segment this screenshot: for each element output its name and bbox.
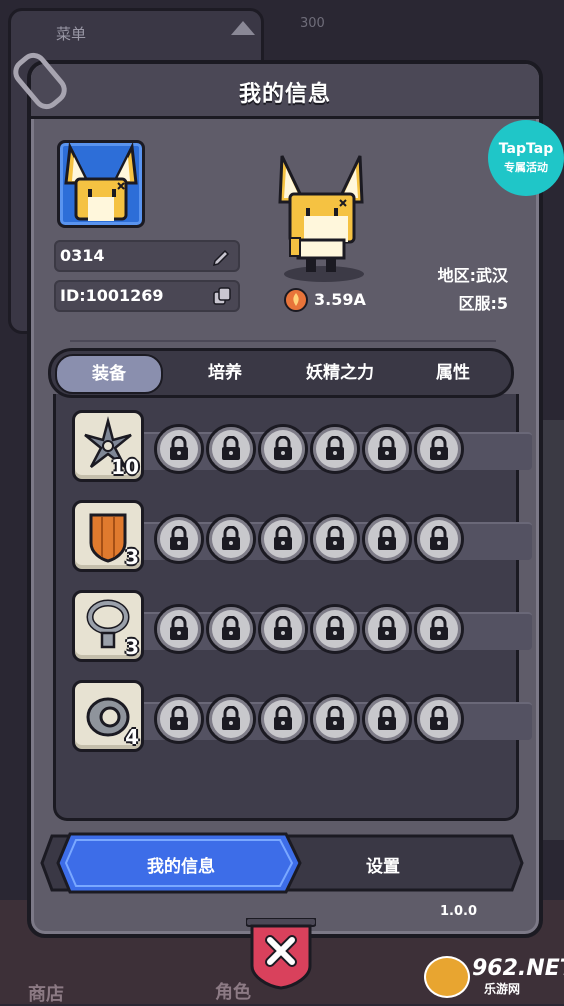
background-side-strip (540, 420, 564, 840)
version-label: 1.0.0 (440, 904, 478, 919)
player-id: ID:1001269 (60, 286, 164, 305)
lock-icon (170, 436, 188, 460)
tab-my-info[interactable]: 我的信息 (106, 852, 256, 877)
lock-icon (378, 526, 396, 550)
locked-slot[interactable] (414, 604, 464, 654)
flame-icon (284, 288, 308, 312)
tab-attributes[interactable]: 属性 (405, 355, 501, 391)
tab-fairy-power[interactable]: 妖精之力 (285, 355, 395, 391)
locked-slot[interactable] (310, 514, 360, 564)
lock-icon (430, 616, 448, 640)
background-coin-count: 300 (300, 16, 325, 31)
locked-slot[interactable] (206, 694, 256, 744)
lock-icon (222, 616, 240, 640)
locked-slot[interactable] (154, 424, 204, 474)
watermark-logo: 962.NET 乐游网 (424, 952, 564, 998)
locked-slot[interactable] (154, 604, 204, 654)
lock-icon (430, 526, 448, 550)
background-shop-label: 商店 (28, 984, 64, 1005)
bottom-tabs: 我的信息 设置 (40, 832, 524, 894)
taptap-subtitle: 专属活动 (504, 161, 548, 174)
lock-icon (222, 526, 240, 550)
lock-icon (430, 706, 448, 730)
watermark-circle (424, 956, 470, 998)
locked-slot[interactable] (206, 424, 256, 474)
locked-slot[interactable] (258, 514, 308, 564)
equip-level: 4 (125, 725, 139, 749)
locked-slot[interactable] (206, 514, 256, 564)
lock-icon (326, 436, 344, 460)
server-label: 区服:5 (458, 294, 508, 313)
armor-slot[interactable]: 3 (72, 500, 144, 572)
locked-slot[interactable] (414, 424, 464, 474)
lock-icon (274, 526, 292, 550)
close-button[interactable] (246, 918, 316, 990)
pencil-icon[interactable] (212, 246, 232, 266)
locked-slot[interactable] (362, 514, 412, 564)
lock-icon (378, 436, 396, 460)
copy-icon[interactable] (212, 286, 232, 306)
lock-icon (274, 436, 292, 460)
locked-slot[interactable] (310, 604, 360, 654)
lock-icon (274, 616, 292, 640)
locked-slot[interactable] (362, 694, 412, 744)
avatar[interactable] (57, 140, 145, 228)
lock-icon (378, 706, 396, 730)
locked-slot[interactable] (206, 604, 256, 654)
locked-slot[interactable] (414, 694, 464, 744)
lock-icon (326, 616, 344, 640)
info-tabs: 装备 培养 妖精之力 属性 (48, 348, 514, 398)
lock-icon (430, 436, 448, 460)
id-field: ID:1001269 (54, 280, 240, 312)
page-title: 我的信息 (238, 82, 331, 107)
lock-icon (326, 526, 344, 550)
lock-icon (274, 706, 292, 730)
locked-slot[interactable] (258, 604, 308, 654)
fox-avatar-icon (64, 143, 138, 221)
equip-level: 10 (111, 455, 139, 479)
lock-icon (222, 706, 240, 730)
weapon-slot[interactable]: 10 (72, 410, 144, 482)
panel-header: 我的信息 (31, 64, 539, 119)
locked-slot[interactable] (362, 424, 412, 474)
ring-slot[interactable]: 4 (72, 680, 144, 752)
lock-icon (378, 616, 396, 640)
locked-slot[interactable] (154, 694, 204, 744)
tab-equipment[interactable]: 装备 (55, 354, 163, 394)
player-name: 0314 (60, 246, 105, 265)
collapse-arrow-icon (231, 21, 255, 35)
fox-character-icon (278, 155, 364, 272)
lock-icon (326, 706, 344, 730)
equip-level: 3 (125, 545, 139, 569)
locked-slot[interactable] (310, 424, 360, 474)
tab-training[interactable]: 培养 (175, 355, 275, 391)
region-label: 地区:武汉 (437, 266, 508, 285)
locked-slot[interactable] (154, 514, 204, 564)
locked-slot[interactable] (362, 604, 412, 654)
tab-settings[interactable]: 设置 (308, 852, 458, 877)
necklace-slot[interactable]: 3 (72, 590, 144, 662)
taptap-brand: TapTap (498, 141, 554, 157)
lock-icon (222, 436, 240, 460)
watermark-sub: 乐游网 (484, 982, 521, 996)
lock-icon (170, 706, 188, 730)
taptap-event-badge[interactable]: TapTap 专属活动 (488, 120, 564, 196)
background-menu-title: 菜单 (56, 25, 87, 43)
power-display: 3.59A (284, 286, 384, 314)
name-field[interactable]: 0314 (54, 240, 240, 272)
equip-level: 3 (125, 635, 139, 659)
power-value: 3.59A (314, 290, 366, 309)
watermark-brand: 962.NET (472, 956, 564, 981)
locked-slot[interactable] (414, 514, 464, 564)
locked-slot[interactable] (310, 694, 360, 744)
divider (70, 340, 496, 342)
lock-icon (170, 526, 188, 550)
locked-slot[interactable] (258, 424, 308, 474)
lock-icon (170, 616, 188, 640)
locked-slot[interactable] (258, 694, 308, 744)
